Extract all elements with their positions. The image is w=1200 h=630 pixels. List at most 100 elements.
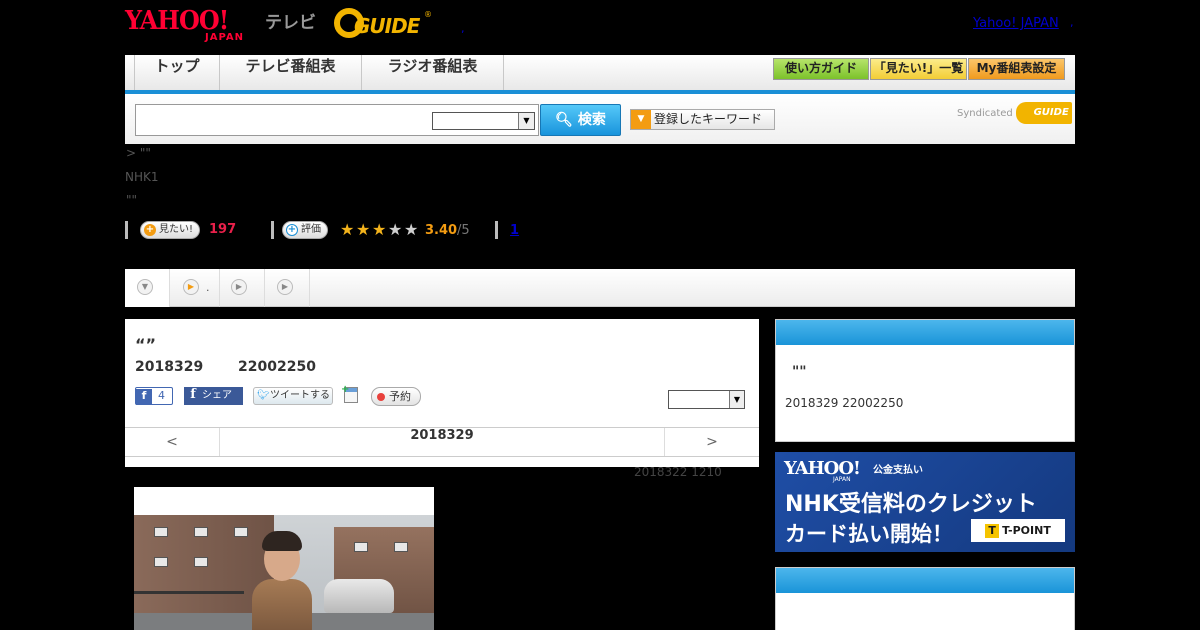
photo-window <box>194 527 208 537</box>
mitai-button[interactable]: + 見たい! <box>140 221 201 239</box>
star-icon: ★ <box>356 220 371 239</box>
header-link-dot-2[interactable]: , <box>1070 16 1074 29</box>
tv-section-label: テレビ <box>265 13 316 33</box>
tab-2-label: . <box>206 281 210 294</box>
saved-keywords-label: 登録したキーワード <box>654 112 763 126</box>
date-navigation: < 2018329 > <box>125 427 759 457</box>
photo-window <box>234 527 248 537</box>
photo-window <box>194 557 208 567</box>
tab-details[interactable]: ▼ <box>125 269 170 307</box>
rating-max: /5 <box>457 223 470 238</box>
photo-window <box>394 542 408 552</box>
facebook-share-label: シェア <box>202 390 232 401</box>
ad-headline-2: カード払い開始！ <box>785 522 953 546</box>
search-bar: ▼ 🔍︎ 検索 ▼ 登録したキーワード Syndicated GUIDE <box>125 94 1075 144</box>
air-date: 2018329 <box>135 359 204 375</box>
mitai-label: 見たい! <box>159 224 194 235</box>
nav-tab-tv-schedule[interactable]: テレビ番組表 <box>220 55 362 90</box>
play-icon: ▶ <box>231 279 247 295</box>
syndicated-gguide-logo: GUIDE <box>1015 102 1072 124</box>
divider <box>495 221 498 239</box>
gguide-logo[interactable]: GUIDE ® <box>334 6 434 42</box>
star-icon: ★ <box>340 220 355 239</box>
tweet-button[interactable]: 🐦︎ ツイートする <box>253 387 333 405</box>
recorder-select[interactable]: ▼ <box>668 390 745 409</box>
previous-day-button[interactable]: < <box>125 428 220 456</box>
search-icon: 🔍︎ <box>555 112 573 128</box>
nav-tab-top[interactable]: トップ <box>135 55 220 90</box>
tab-4[interactable]: ▶ <box>265 269 310 307</box>
review-count-link[interactable]: 1 <box>510 223 519 238</box>
search-category-select[interactable]: ▼ <box>432 112 535 130</box>
sidebar-program-title: "" <box>792 364 807 380</box>
program-title: “” <box>135 335 157 354</box>
channel-name: NHK1 <box>125 170 159 184</box>
reserve-label: 予約 <box>389 390 411 403</box>
watchlist-button[interactable]: 「見たい!」一覧 <box>870 58 967 80</box>
gguide-logo-text: GUIDE <box>354 14 420 38</box>
plus-icon: + <box>341 384 350 395</box>
sidebar-box-header <box>776 320 1074 345</box>
tpoint-badge: T T-POINT <box>971 519 1065 542</box>
tpoint-label: T-POINT <box>1002 524 1051 537</box>
photo-person-hair <box>262 531 302 551</box>
chevron-down-icon: ▼ <box>518 113 534 129</box>
yahoo-japan-logo[interactable]: YAHOO! JAPAN <box>125 6 261 43</box>
program-detail-panel: “” 2018329 22002250 f4 f シェア 🐦︎ ツイートする + 予… <box>125 319 759 467</box>
facebook-share-button[interactable]: f シェア <box>184 387 243 405</box>
tab-3[interactable]: ▶ <box>220 269 265 307</box>
plus-icon: + <box>144 224 156 236</box>
search-button-label: 検索 <box>577 112 606 128</box>
chevron-down-icon: ▼ <box>729 391 744 408</box>
last-updated-note: 2018322 1210 <box>634 465 722 479</box>
nhk-fee-ad-banner[interactable]: YAHOO! JAPAN 公金支払い NHK受信料のクレジット カード払い開始！… <box>775 452 1075 552</box>
program-subtitle: "" <box>126 193 138 207</box>
twitter-bird-icon: 🐦︎ <box>257 390 270 401</box>
star-icon: ★ <box>404 220 419 239</box>
nav-left-edge <box>125 55 135 90</box>
rating-value: 3.40 <box>425 223 458 238</box>
saved-keywords-button[interactable]: ▼ 登録したキーワード <box>630 109 775 130</box>
ad-yahoo-japan: JAPAN <box>833 476 851 483</box>
tab-2[interactable]: ▶ . <box>170 269 220 307</box>
sidebar-program-datetime: 2018329 22002250 <box>785 396 904 410</box>
nav-tab-radio-schedule[interactable]: ラジオ番組表 <box>362 55 504 90</box>
my-schedule-settings-button[interactable]: My番組表設定 <box>968 58 1065 80</box>
air-time: 22002250 <box>238 359 316 375</box>
facebook-icon: f <box>136 389 152 405</box>
usage-guide-button[interactable]: 使い方ガイド <box>773 58 869 80</box>
reserve-button[interactable]: 予約 <box>371 387 421 406</box>
add-to-calendar-icon[interactable]: + <box>341 384 358 403</box>
facebook-icon: f <box>190 387 196 402</box>
ad-service-name: 公金支払い <box>873 465 923 476</box>
sidebar-box-header <box>776 568 1074 593</box>
divider <box>271 221 274 239</box>
ad-headline-1: NHK受信料のクレジット <box>785 492 1037 517</box>
plus-icon: + <box>286 224 298 236</box>
search-button[interactable]: 🔍︎ 検索 <box>540 104 621 136</box>
breadcrumb: > "" <box>126 146 151 160</box>
divider <box>125 221 128 239</box>
tweet-label: ツイートする <box>270 390 330 401</box>
facebook-like-count: 4 <box>158 389 165 402</box>
play-icon: ▶ <box>277 279 293 295</box>
rate-button[interactable]: + 評価 <box>282 221 328 239</box>
registered-mark: ® <box>424 10 432 19</box>
yahoo-japan-link[interactable]: Yahoo! JAPAN <box>973 16 1059 31</box>
record-dot-icon <box>377 393 385 401</box>
facebook-like-button[interactable]: f4 <box>135 387 173 405</box>
current-date-label: 2018329 <box>410 428 474 443</box>
triangle-down-icon: ▼ <box>631 110 651 129</box>
header-link-dot[interactable]: , <box>461 22 465 35</box>
photo-car <box>324 579 394 613</box>
star-icon: ★ <box>388 220 403 239</box>
photo-person-body <box>252 579 312 630</box>
photo-window <box>154 557 168 567</box>
main-nav-bar: トップ テレビ番組表 ラジオ番組表 使い方ガイド 「見たい!」一覧 My番組表設… <box>125 55 1075 94</box>
play-icon: ▶ <box>183 279 199 295</box>
star-icon: ★ <box>372 220 387 239</box>
photo-railing <box>134 591 244 594</box>
sidebar-program-box: "" 2018329 22002250 <box>775 319 1075 442</box>
next-day-button[interactable]: > <box>664 428 759 456</box>
program-tab-strip: ▼ ▶ . ▶ ▶ <box>125 269 1075 307</box>
